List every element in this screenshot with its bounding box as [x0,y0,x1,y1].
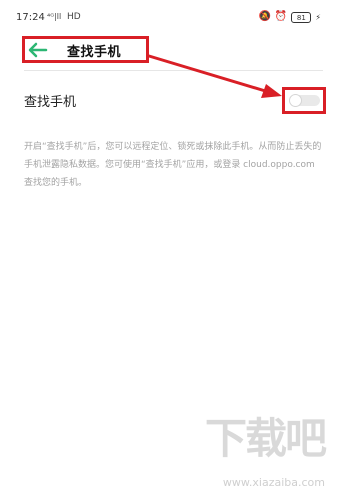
back-arrow-icon[interactable] [26,40,50,60]
toggle-thumb[interactable] [289,94,302,107]
find-phone-description: 开启“查找手机”后，您可以远程定位、锁死或抹除此手机。从而防止丢失的手机泄露隐私… [24,142,322,188]
find-my-phone-screen: 17:24 ⁴ᴳ|ll HD 🔕 ⏰ 81 ⚡ 查找手机 查找手机 开启“查找手… [0,0,343,501]
watermark-site: www.xiazaiba.com [222,476,325,489]
page-title: 查找手机 [67,45,122,60]
status-time: 17:24 [16,12,45,23]
status-icons: 🔕 ⏰ 81 ⚡ [258,11,321,23]
header-divider [24,70,323,71]
signal-icon: ⁴ᴳ|ll [47,12,62,21]
mute-icon: 🔕 [258,11,271,22]
alarm-icon: ⏰ [274,11,288,22]
status-bar: 17:24 ⁴ᴳ|ll HD 🔕 ⏰ 81 ⚡ [0,0,343,34]
battery-icon: 81 [291,11,312,23]
network-label: HD [67,12,81,22]
find-phone-label: 查找手机 [24,95,77,110]
charging-icon: ⚡ [315,12,321,22]
watermark-logo: 下载吧 [204,414,327,463]
